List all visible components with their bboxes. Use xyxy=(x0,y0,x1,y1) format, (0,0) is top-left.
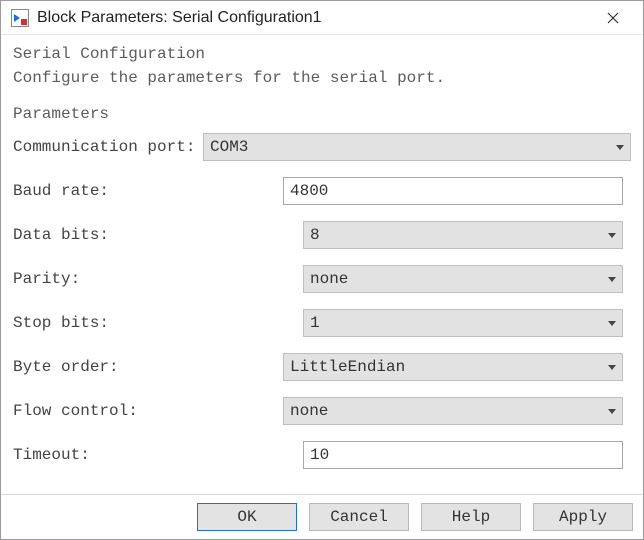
row-stop-bits: Stop bits: 1 xyxy=(11,303,633,343)
chevron-down-icon xyxy=(616,145,624,150)
dropdown-data-bits-value: 8 xyxy=(310,226,602,244)
input-baud-rate[interactable] xyxy=(283,177,623,205)
parameters-section-heading: Parameters xyxy=(11,101,633,123)
apply-button[interactable]: Apply xyxy=(533,503,633,531)
app-icon xyxy=(11,9,29,27)
close-icon xyxy=(607,12,619,24)
close-button[interactable] xyxy=(593,4,633,32)
row-timeout: Timeout: xyxy=(11,435,633,475)
dropdown-parity[interactable]: none xyxy=(303,265,623,293)
label-parity: Parity: xyxy=(13,270,303,288)
dropdown-data-bits[interactable]: 8 xyxy=(303,221,623,249)
chevron-down-icon xyxy=(608,321,616,326)
dropdown-communication-port-value: COM3 xyxy=(210,138,610,156)
row-byte-order: Byte order: LittleEndian xyxy=(11,347,633,387)
dropdown-byte-order-value: LittleEndian xyxy=(290,358,602,376)
dropdown-parity-value: none xyxy=(310,270,602,288)
label-timeout: Timeout: xyxy=(13,446,303,464)
row-flow-control: Flow control: none xyxy=(11,391,633,431)
dropdown-flow-control[interactable]: none xyxy=(283,397,623,425)
row-baud-rate: Baud rate: xyxy=(11,171,633,211)
ok-button[interactable]: OK xyxy=(197,503,297,531)
input-timeout[interactable] xyxy=(303,441,623,469)
dropdown-stop-bits[interactable]: 1 xyxy=(303,309,623,337)
row-parity: Parity: none xyxy=(11,259,633,299)
row-data-bits: Data bits: 8 xyxy=(11,215,633,255)
label-byte-order: Byte order: xyxy=(13,358,283,376)
dialog-content: Serial Configuration Configure the param… xyxy=(1,35,643,494)
dropdown-flow-control-value: none xyxy=(290,402,602,420)
chevron-down-icon xyxy=(608,277,616,282)
label-baud-rate: Baud rate: xyxy=(13,182,283,200)
label-stop-bits: Stop bits: xyxy=(13,314,303,332)
chevron-down-icon xyxy=(608,365,616,370)
label-communication-port: Communication port: xyxy=(13,138,203,156)
label-flow-control: Flow control: xyxy=(13,402,283,420)
cancel-button[interactable]: Cancel xyxy=(309,503,409,531)
dialog-footer: OK Cancel Help Apply xyxy=(1,494,643,539)
label-data-bits: Data bits: xyxy=(13,226,303,244)
dialog-window: Block Parameters: Serial Configuration1 … xyxy=(0,0,644,540)
dropdown-communication-port[interactable]: COM3 xyxy=(203,133,631,161)
row-communication-port: Communication port: COM3 xyxy=(11,127,633,167)
config-description: Configure the parameters for the serial … xyxy=(11,67,633,97)
chevron-down-icon xyxy=(608,233,616,238)
titlebar: Block Parameters: Serial Configuration1 xyxy=(1,1,643,35)
dropdown-stop-bits-value: 1 xyxy=(310,314,602,332)
chevron-down-icon xyxy=(608,409,616,414)
help-button[interactable]: Help xyxy=(421,503,521,531)
dropdown-byte-order[interactable]: LittleEndian xyxy=(283,353,623,381)
config-section-heading: Serial Configuration xyxy=(11,41,633,63)
window-title: Block Parameters: Serial Configuration1 xyxy=(37,9,593,27)
